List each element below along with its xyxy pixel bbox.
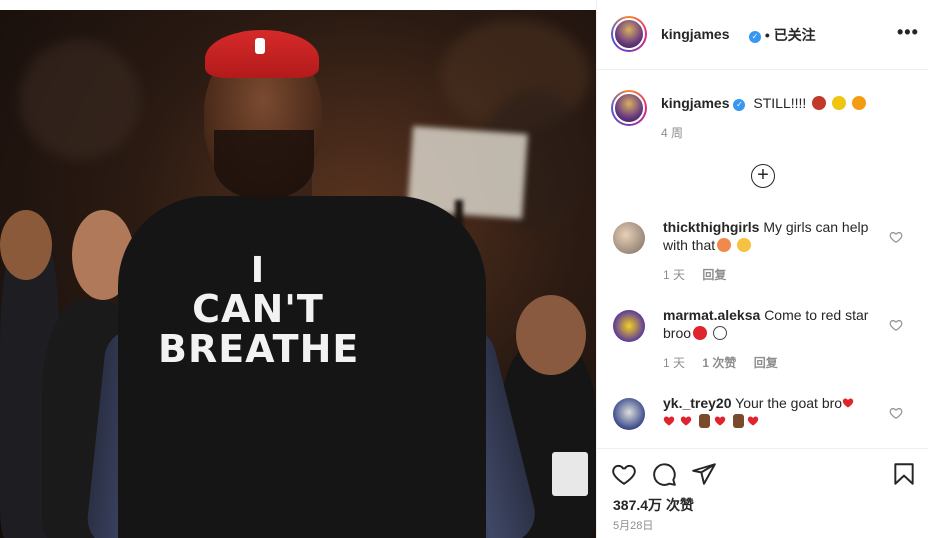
following-button[interactable]: 已关注	[774, 27, 816, 43]
comment-icon[interactable]	[651, 461, 677, 487]
thumbs-up-emoji-icon	[732, 414, 744, 428]
comment-like-heart-icon[interactable]	[889, 406, 903, 420]
post-side-panel: kingjames ✓ • 已关注 ••• kingjames ✓ STILL!!…	[596, 0, 928, 538]
post-header: kingjames ✓ • 已关注 •••	[597, 0, 928, 70]
peach-emoji-icon	[717, 238, 732, 252]
shirt-text-line: BREATHE	[158, 326, 360, 371]
author-avatar[interactable]	[611, 16, 647, 52]
likes-label: 次赞	[665, 497, 694, 513]
beard	[214, 130, 314, 200]
bookmark-icon[interactable]	[891, 461, 917, 487]
more-options-icon[interactable]: •••	[897, 22, 919, 43]
post-date[interactable]: 5月28日	[613, 517, 653, 533]
comment-like-heart-icon[interactable]	[889, 230, 903, 244]
red-heart-emoji-icon	[663, 416, 675, 426]
reply-button[interactable]: 回复	[754, 356, 778, 370]
angry-face-emoji-icon	[812, 96, 827, 110]
commenter-avatar[interactable]	[613, 398, 645, 430]
comment-like-heart-icon[interactable]	[889, 318, 903, 332]
shirt-slogan: I CAN'T BREATHE	[158, 252, 358, 370]
white-circle-emoji-icon	[712, 326, 727, 340]
author-username[interactable]: kingjames	[661, 26, 729, 42]
red-heart-emoji-icon	[748, 416, 759, 426]
shirt-text-line: I	[250, 250, 266, 291]
comment-item: marmat.aleksa Come to red star broo 1 天 …	[597, 306, 928, 386]
follow-status[interactable]: ✓ • 已关注	[745, 25, 816, 45]
comment-time[interactable]: 1 天	[663, 356, 685, 370]
comment-item: thickthighgirls My girls can help with t…	[597, 218, 928, 298]
comment-time[interactable]: 1 天	[663, 268, 685, 282]
commenter-username[interactable]: marmat.aleksa	[663, 307, 760, 323]
red-heart-emoji-icon	[714, 416, 725, 426]
comment-meta: 1 天 回复	[663, 266, 740, 283]
comment-likes[interactable]: 1 次赞	[702, 356, 736, 370]
league-logo-icon	[255, 38, 265, 54]
comment-body: yk._trey20 Your the goat bro	[663, 394, 883, 430]
commenter-username[interactable]: thickthighgirls	[663, 219, 759, 235]
commenter-avatar[interactable]	[613, 222, 645, 254]
separator-dot: •	[764, 27, 770, 43]
reply-button[interactable]: 回复	[702, 268, 726, 282]
thumbs-up-emoji-icon	[698, 414, 710, 428]
verified-badge-icon: ✓	[733, 99, 746, 111]
heart-outline-icon[interactable]	[611, 461, 637, 487]
paper-plane-icon[interactable]	[691, 461, 717, 487]
shirt-text-line: CAN'T	[192, 286, 324, 331]
comment-body: thickthighgirls My girls can help with t…	[663, 218, 883, 254]
plus-circle-icon[interactable]: +	[751, 164, 775, 188]
post-caption: kingjames ✓ STILL!!!! 4 周	[661, 94, 911, 140]
post-actions: 387.4万 次赞 5月28日	[597, 448, 928, 538]
sad-face-emoji-icon	[832, 96, 847, 110]
commenter-avatar[interactable]	[613, 310, 645, 342]
verified-badge-icon: ✓	[749, 31, 761, 43]
red-circle-emoji-icon	[693, 326, 708, 340]
red-heart-emoji-icon	[680, 416, 692, 426]
commenter-username[interactable]: yk._trey20	[663, 395, 732, 411]
likes-count: 387.4万	[613, 497, 663, 513]
caption-username[interactable]: kingjames	[661, 95, 729, 111]
player: I CAN'T BREATHE	[0, 0, 596, 538]
post-photo[interactable]: I CAN'T BREATHE	[0, 0, 596, 538]
comment-text: Your the goat bro	[735, 395, 843, 411]
caption-time[interactable]: 4 周	[661, 124, 683, 142]
red-heart-emoji-icon	[842, 398, 854, 408]
red-headband	[205, 30, 319, 78]
comment-meta: 1 天 1 次赞 回复	[663, 354, 792, 371]
praying-hands-emoji-icon	[737, 238, 752, 252]
comment-body: marmat.aleksa Come to red star broo	[663, 306, 883, 342]
likes-summary[interactable]: 387.4万 次赞	[613, 495, 694, 515]
caption-author-avatar[interactable]	[611, 90, 647, 126]
caption-text: STILL!!!!	[753, 95, 807, 111]
fuming-face-emoji-icon	[851, 96, 866, 110]
